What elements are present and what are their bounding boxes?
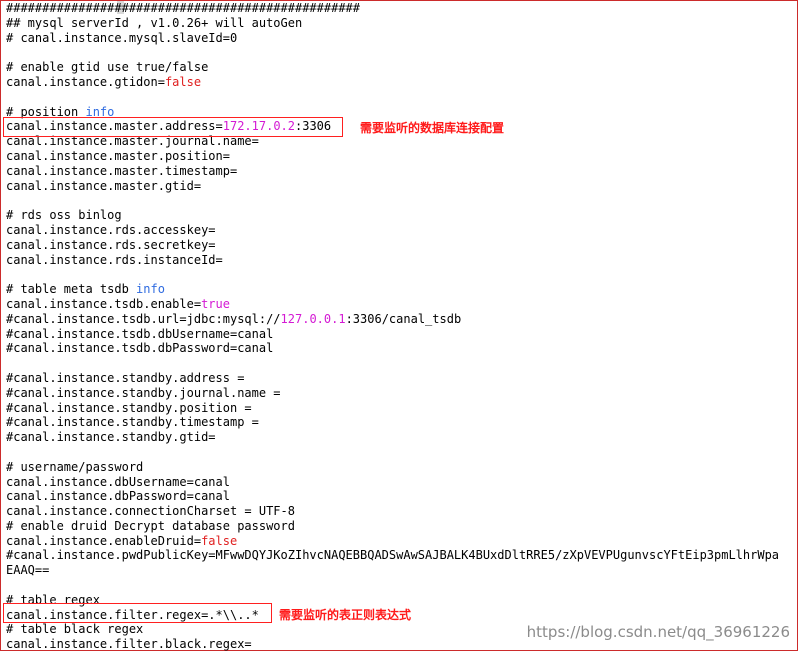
code-line[interactable]: canal.instance.master.position= xyxy=(6,149,800,164)
code-text: EAAQ== xyxy=(6,563,50,578)
code-text: #canal.instance.tsdb.dbPassword=canal xyxy=(6,341,274,356)
code-line[interactable]: canal.instance.dbPassword=canal xyxy=(6,489,800,504)
code-text: canal.instance.connectionCharset = UTF-8 xyxy=(6,504,295,519)
code-line[interactable]: #canal.instance.pwdPublicKey=MFwwDQYJKoZ… xyxy=(6,548,800,563)
code-line[interactable]: canal.instance.rds.secretkey= xyxy=(6,238,800,253)
code-line[interactable]: ## mysql serverId , v1.0.26+ will autoGe… xyxy=(6,16,800,31)
code-text: # table black regex xyxy=(6,622,144,637)
code-line[interactable] xyxy=(6,445,800,460)
regex-annotation: 需要监听的表正则表达式 xyxy=(279,608,412,622)
code-text: canal.instance.rds.instanceId= xyxy=(6,252,223,267)
code-line[interactable]: #canal.instance.tsdb.dbUsername=canal xyxy=(6,327,800,342)
code-text: #canal.instance.standby.position = xyxy=(6,400,252,415)
code-text: # rds oss binlog xyxy=(6,208,122,223)
code-text: #canal.instance.tsdb.url=jdbc:mysql:// xyxy=(6,311,281,326)
code-line[interactable]: # username/password xyxy=(6,460,800,475)
code-line[interactable]: # enable druid Decrypt database password xyxy=(6,519,800,534)
code-text: # username/password xyxy=(6,459,144,474)
code-line[interactable]: canal.instance.dbUsername=canal xyxy=(6,475,800,490)
code-text: canal.instance.dbPassword=canal xyxy=(6,489,230,504)
code-token-magenta: true xyxy=(201,296,230,311)
code-line[interactable]: ########################################… xyxy=(6,1,800,16)
code-line[interactable]: canal.instance.enableDruid=false xyxy=(6,534,800,549)
code-line[interactable]: #canal.instance.standby.journal.name = xyxy=(6,386,800,401)
code-text: canal.instance.enableDruid= xyxy=(6,533,202,548)
code-text: canal.instance.master.timestamp= xyxy=(6,163,238,178)
code-text: canal.instance.dbUsername=canal xyxy=(6,474,230,489)
code-line[interactable]: # table meta tsdb info xyxy=(6,282,800,297)
code-text: canal.instance.rds.accesskey= xyxy=(6,222,216,237)
watermark-url: https://blog.csdn.net/qq_36961226 xyxy=(526,623,790,641)
code-text: canal.instance.tsdb.enable= xyxy=(6,296,202,311)
code-text: canal.instance.gtidon= xyxy=(6,74,165,89)
code-line[interactable]: #canal.instance.tsdb.url=jdbc:mysql://12… xyxy=(6,312,800,327)
code-text: ## mysql serverId , v1.0.26+ will autoGe… xyxy=(6,15,303,30)
code-line[interactable]: canal.instance.rds.instanceId= xyxy=(6,253,800,268)
code-line[interactable]: canal.instance.tsdb.enable=true xyxy=(6,297,800,312)
code-token-red: false xyxy=(201,533,238,548)
code-text: canal.instance.filter.black.regex= xyxy=(6,637,252,652)
code-line[interactable]: #canal.instance.standby.position = xyxy=(6,401,800,416)
code-line[interactable]: EAAQ== xyxy=(6,563,800,578)
code-line[interactable] xyxy=(6,356,800,371)
code-line[interactable]: # canal.instance.mysql.slaveId=0 xyxy=(6,31,800,46)
code-line[interactable]: # rds oss binlog xyxy=(6,208,800,223)
code-text: canal.instance.rds.secretkey= xyxy=(6,237,216,252)
code-text: # enable gtid use true/false xyxy=(6,60,209,75)
address-annotation: 需要监听的数据库连接配置 xyxy=(360,121,505,135)
code-line[interactable]: #canal.instance.tsdb.dbPassword=canal xyxy=(6,341,800,356)
code-line[interactable]: canal.instance.rds.accesskey= xyxy=(6,223,800,238)
code-token-magenta: 127.0.0.1 xyxy=(280,311,346,326)
code-token-blue: info xyxy=(136,282,165,297)
code-text: # enable druid Decrypt database password xyxy=(6,518,295,533)
config-file-editor[interactable]: ########################################… xyxy=(6,1,800,652)
code-line[interactable]: canal.instance.connectionCharset = UTF-8 xyxy=(6,504,800,519)
code-text: canal.instance.master.position= xyxy=(6,148,230,163)
code-line[interactable]: #canal.instance.standby.gtid= xyxy=(6,430,800,445)
code-text: #canal.instance.standby.gtid= xyxy=(6,430,216,445)
code-line[interactable]: canal.instance.gtidon=false xyxy=(6,75,800,90)
code-text: #canal.instance.standby.journal.name = xyxy=(6,385,281,400)
code-line[interactable]: # enable gtid use true/false xyxy=(6,60,800,75)
code-line[interactable]: #canal.instance.standby.address = xyxy=(6,371,800,386)
code-text: ########################################… xyxy=(6,1,361,15)
code-line[interactable] xyxy=(6,578,800,593)
code-line[interactable]: canal.instance.master.timestamp= xyxy=(6,164,800,179)
code-text: # canal.instance.mysql.slaveId=0 xyxy=(6,30,238,45)
code-line[interactable] xyxy=(6,193,800,208)
code-line[interactable] xyxy=(6,45,800,60)
code-text: #canal.instance.tsdb.dbUsername=canal xyxy=(6,326,274,341)
code-text: #canal.instance.standby.timestamp = xyxy=(6,415,259,430)
code-line[interactable] xyxy=(6,267,800,282)
code-text: #canal.instance.pwdPublicKey=MFwwDQYJKoZ… xyxy=(6,548,780,563)
regex-highlight-box xyxy=(3,603,272,623)
code-text: # table meta tsdb xyxy=(6,282,137,297)
code-text: :3306/canal_tsdb xyxy=(345,311,462,326)
code-text: canal.instance.master.gtid= xyxy=(6,178,202,193)
code-line[interactable]: canal.instance.master.gtid= xyxy=(6,179,800,194)
code-line[interactable] xyxy=(6,90,800,105)
address-highlight-box xyxy=(3,117,343,137)
code-token-red: false xyxy=(164,74,202,89)
code-line[interactable]: #canal.instance.standby.timestamp = xyxy=(6,415,800,430)
code-text: #canal.instance.standby.address = xyxy=(6,370,245,385)
